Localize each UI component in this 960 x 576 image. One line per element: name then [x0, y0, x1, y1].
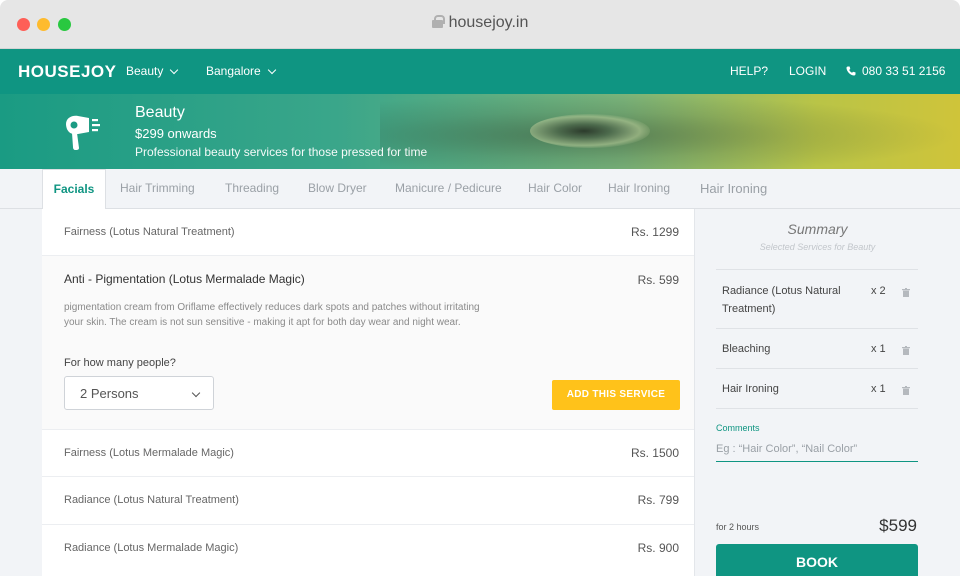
- summary-panel: Summary Selected Services for Beauty Rad…: [694, 209, 960, 576]
- hero-background-image: [380, 94, 960, 169]
- summary-item: Bleaching x 1: [716, 328, 918, 368]
- address-bar[interactable]: housejoy.in: [0, 14, 960, 32]
- tab-facials[interactable]: Facials: [42, 169, 106, 210]
- summary-item: Radiance (Lotus Natural Treatment) x 2: [716, 269, 918, 328]
- summary-item-qty: x 1: [871, 343, 886, 355]
- city-label: Bangalore: [206, 64, 261, 78]
- hero-title: Beauty: [135, 104, 185, 121]
- hero-subtitle: Professional beauty services for those p…: [135, 145, 428, 159]
- summary-subtitle: Selected Services for Beauty: [759, 242, 876, 252]
- service-row[interactable]: Fairness (Lotus Natural Treatment) Rs. 1…: [42, 209, 694, 256]
- trash-icon[interactable]: [902, 346, 910, 355]
- tab-manicure-pedicure[interactable]: Manicure / Pedicure: [395, 181, 502, 195]
- service-name: Fairness (Lotus Natural Treatment): [64, 226, 235, 238]
- expanded-service-title[interactable]: Anti - Pigmentation (Lotus Mermalade Mag…: [64, 272, 305, 286]
- comments-label: Comments: [716, 423, 760, 433]
- summary-title: Summary: [787, 221, 848, 237]
- service-price: Rs. 799: [637, 493, 679, 507]
- phone-number: 080 33 51 2156: [862, 64, 946, 78]
- service-row[interactable]: Radiance (Lotus Mermalade Magic) Rs. 900: [42, 525, 694, 576]
- summary-item-name: Hair Ironing: [722, 383, 779, 395]
- service-name: Radiance (Lotus Natural Treatment): [64, 494, 239, 506]
- persons-question: For how many people?: [64, 357, 176, 369]
- phone-link[interactable]: 080 33 51 2156: [846, 64, 945, 78]
- service-tabs: Facials Hair Trimming Threading Blow Dry…: [0, 169, 960, 210]
- tab-threading[interactable]: Threading: [225, 181, 279, 195]
- chevron-down-icon: [170, 65, 179, 75]
- summary-item-name: Bleaching: [722, 343, 771, 355]
- summary-item-name: Radiance (Lotus Natural Treatment): [722, 285, 841, 315]
- browser-chrome: housejoy.in: [0, 0, 960, 49]
- help-link[interactable]: HELP?: [730, 64, 768, 78]
- book-button[interactable]: BOOK: [716, 544, 918, 576]
- service-price: Rs. 900: [637, 541, 679, 555]
- city-dropdown[interactable]: Bangalore: [206, 64, 276, 78]
- summary-item-qty: x 2: [871, 285, 886, 297]
- duration-label: for 2 hours: [716, 522, 760, 532]
- login-link[interactable]: LOGIN: [789, 64, 826, 78]
- trash-icon[interactable]: [902, 386, 910, 395]
- service-name: Radiance (Lotus Mermalade Magic): [64, 542, 239, 554]
- hero-price: $299 onwards: [135, 126, 217, 141]
- tab-hair-trimming[interactable]: Hair Trimming: [120, 181, 195, 195]
- category-dropdown[interactable]: Beauty: [126, 64, 179, 78]
- category-label: Beauty: [126, 64, 164, 78]
- service-row[interactable]: Fairness (Lotus Mermalade Magic) Rs. 150…: [42, 430, 694, 477]
- tab-blow-dryer[interactable]: Blow Dryer: [308, 181, 367, 195]
- summary-item-qty: x 1: [871, 383, 886, 395]
- lock-icon: [431, 15, 445, 28]
- url-text: housejoy.in: [448, 14, 529, 31]
- service-row-expanded: Anti - Pigmentation (Lotus Mermalade Mag…: [42, 256, 694, 430]
- trash-icon[interactable]: [902, 288, 910, 297]
- persons-select-value: 2 Persons: [80, 386, 139, 401]
- hair-dryer-icon: [66, 115, 100, 150]
- tab-hair-ironing[interactable]: Hair Ironing: [608, 181, 670, 195]
- service-name: Fairness (Lotus Mermalade Magic): [64, 447, 234, 459]
- total-price: $599: [879, 516, 917, 535]
- chevron-down-icon: [267, 65, 276, 75]
- phone-icon: [846, 66, 856, 76]
- service-row[interactable]: Radiance (Lotus Natural Treatment) Rs. 7…: [42, 477, 694, 525]
- logo[interactable]: HOUSEJOY: [18, 62, 116, 82]
- tab-hair-color[interactable]: Hair Color: [528, 181, 582, 195]
- hero-eye-image: [530, 114, 650, 148]
- top-nav: HOUSEJOY Beauty Bangalore HELP? LOGIN 08…: [0, 49, 960, 94]
- persons-select[interactable]: 2 Persons: [64, 376, 214, 410]
- left-gutter: [0, 209, 42, 576]
- expanded-service-description: pigmentation cream from Oriflame effecti…: [64, 302, 480, 328]
- summary-item: Hair Ironing x 1: [716, 368, 918, 409]
- chevron-down-icon: [191, 388, 201, 398]
- tab-hair-ironing-2[interactable]: Hair Ironing: [700, 181, 767, 196]
- comments-input[interactable]: [716, 437, 918, 462]
- add-service-button[interactable]: ADD THIS SERVICE: [552, 380, 680, 410]
- expanded-service-price: Rs. 599: [637, 273, 679, 287]
- service-price: Rs. 1299: [630, 225, 679, 239]
- service-price: Rs. 1500: [630, 446, 679, 460]
